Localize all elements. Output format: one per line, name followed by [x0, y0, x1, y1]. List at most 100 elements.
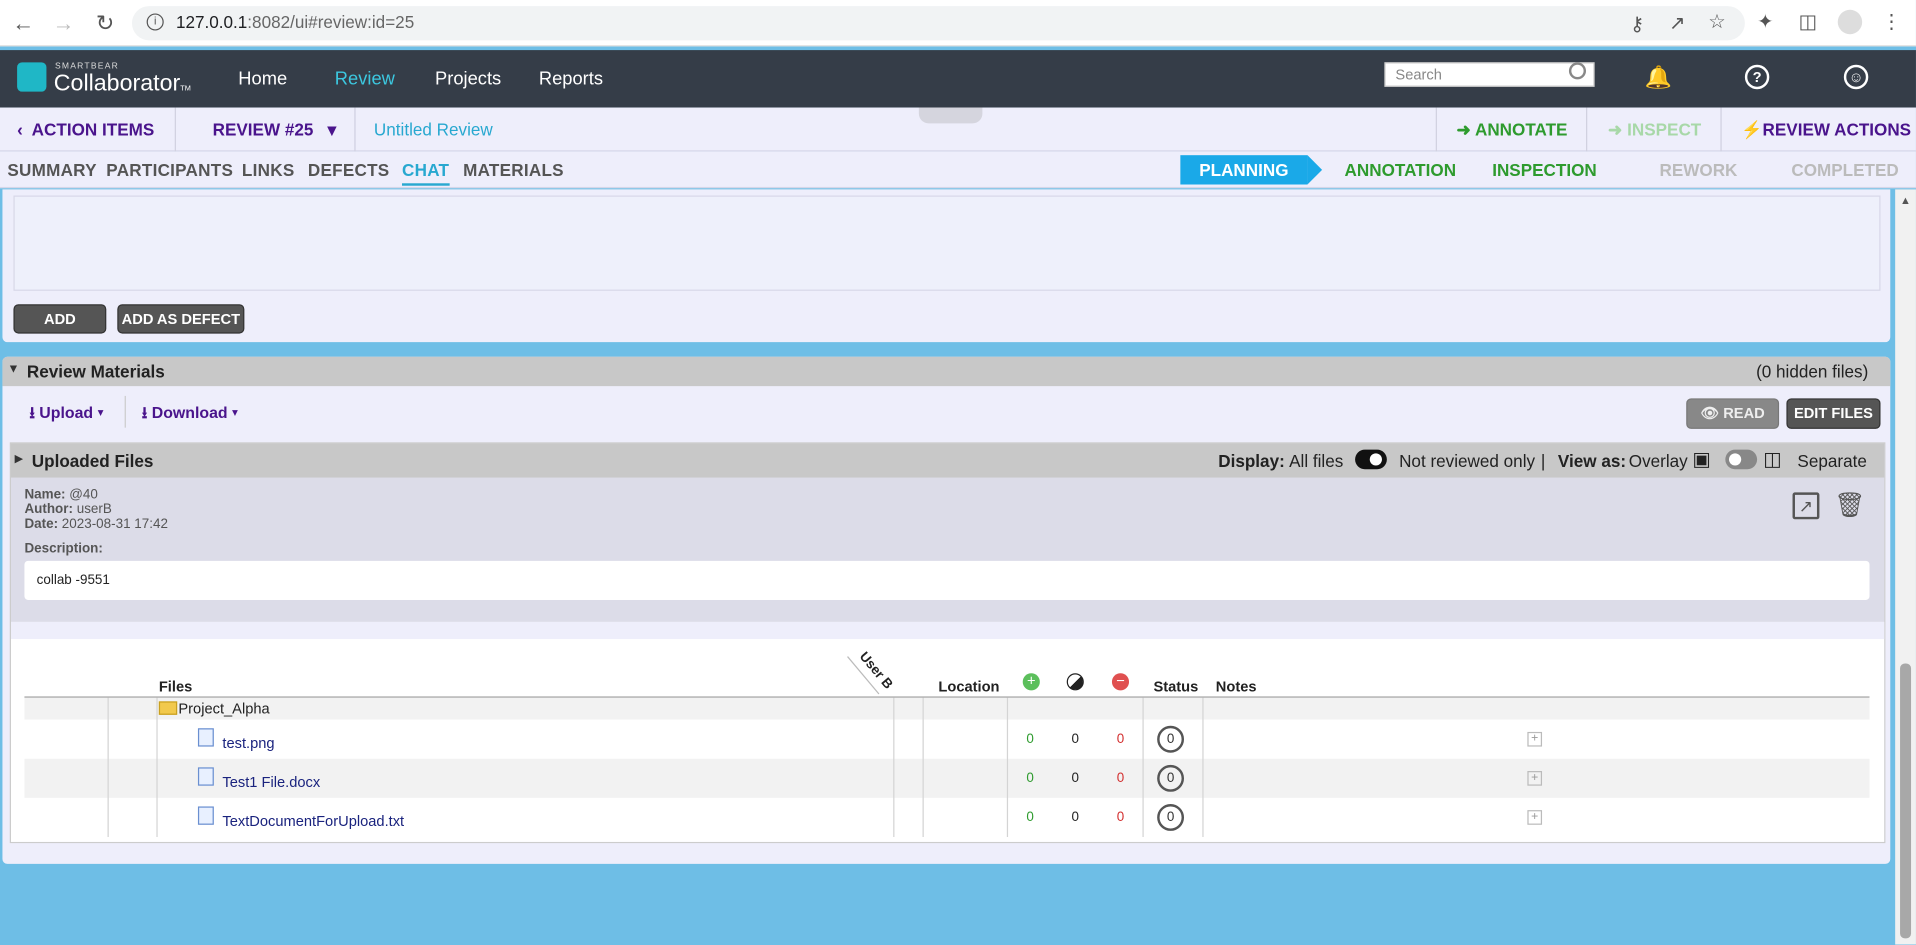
- page-scrollbar[interactable]: ▲: [1895, 189, 1916, 945]
- add-button[interactable]: ADD: [13, 304, 107, 334]
- phase-annotation: ANNOTATION: [1344, 160, 1457, 180]
- uploaded-files-section: ▶ Uploaded Files Display: All files Not …: [9, 442, 1886, 844]
- user-icon[interactable]: ☺: [1843, 64, 1869, 90]
- reviewed-filter-toggle[interactable]: [1355, 449, 1387, 470]
- share-icon[interactable]: ↗: [1669, 11, 1685, 35]
- menu-icon[interactable]: ⋮: [1882, 10, 1902, 34]
- nav-reports[interactable]: Reports: [539, 68, 603, 89]
- table-row[interactable]: TextDocumentForUpload.txt 0 0 0 0 +: [24, 797, 1870, 838]
- review-materials-header[interactable]: ▼ Review Materials (0 hidden files): [2, 356, 1891, 387]
- bell-icon[interactable]: 🔔: [1645, 65, 1672, 89]
- collapse-handle[interactable]: [918, 107, 983, 124]
- all-files-option[interactable]: All files: [1289, 451, 1343, 471]
- app-header: SMARTBEAR CollaboratorTM Home Review Pro…: [0, 50, 1916, 108]
- view-mode-toggle[interactable]: [1725, 449, 1758, 470]
- reload-icon[interactable]: ↻: [93, 11, 117, 37]
- forward-icon[interactable]: →: [51, 11, 75, 37]
- nav-projects[interactable]: Projects: [435, 68, 501, 89]
- tab-links[interactable]: LINKS: [242, 160, 295, 180]
- tab-chat[interactable]: CHAT: [402, 160, 450, 186]
- not-reviewed-option[interactable]: Not reviewed only: [1399, 451, 1535, 471]
- phase-rework: REWORK: [1659, 160, 1738, 180]
- grid-line: [922, 697, 924, 838]
- inspect-button[interactable]: ➜ INSPECT: [1608, 120, 1701, 141]
- overlay-icon[interactable]: ▣: [1692, 447, 1710, 471]
- table-row[interactable]: test.png 0 0 0 0 +: [24, 719, 1870, 759]
- file-link[interactable]: TextDocumentForUpload.txt: [222, 813, 404, 830]
- status-indicator[interactable]: 0: [1157, 804, 1185, 831]
- separate-icon[interactable]: ◫: [1763, 447, 1781, 471]
- col-user-b: User B: [856, 649, 896, 693]
- app-root: ← → ↻ i 127.0.0.1:8082/ui#review:id=25 ⚷…: [0, 0, 1916, 945]
- search-input[interactable]: Search: [1384, 62, 1595, 87]
- upload-dropdown[interactable]: ⭳ Upload ▾: [29, 402, 103, 429]
- address-text[interactable]: 127.0.0.1:8082/ui#review:id=25: [176, 12, 414, 32]
- table-spacer: [10, 621, 1885, 640]
- tab-bar: SUMMARY PARTICIPANTS LINKS DEFECTS CHAT …: [0, 151, 1916, 189]
- add-note-icon[interactable]: +: [1527, 731, 1543, 747]
- col-files: Files: [158, 678, 193, 696]
- side-panel-icon[interactable]: ◫: [1799, 10, 1817, 34]
- brand-small: SMARTBEAR: [54, 62, 120, 71]
- back-icon[interactable]: ←: [11, 11, 35, 37]
- grid-line: [156, 697, 158, 838]
- scroll-up-icon[interactable]: ▲: [1900, 194, 1911, 206]
- review-id-dropdown[interactable]: REVIEW #25 ▾: [213, 120, 337, 141]
- download-dropdown[interactable]: ⭳ Download ▾: [142, 402, 238, 429]
- nav-home[interactable]: Home: [238, 68, 287, 89]
- table-row[interactable]: Test1 File.docx 0 0 0 0 +: [24, 758, 1870, 798]
- tab-participants[interactable]: PARTICIPANTS: [106, 160, 233, 180]
- profile-icon[interactable]: [1837, 9, 1863, 35]
- address-bar[interactable]: i 127.0.0.1:8082/ui#review:id=25 ⚷ ↗ ☆: [131, 6, 1745, 41]
- grid-line: [107, 697, 109, 838]
- document-icon: [197, 806, 214, 825]
- add-as-defect-button[interactable]: ADD AS DEFECT: [117, 304, 245, 334]
- overlay-option[interactable]: Overlay: [1629, 451, 1688, 471]
- folder-row[interactable]: Project_Alpha: [24, 697, 1870, 720]
- divider: [174, 107, 176, 152]
- modified-count: 0: [1071, 731, 1080, 747]
- add-note-icon[interactable]: +: [1527, 810, 1543, 825]
- separate-option[interactable]: Separate: [1797, 451, 1866, 471]
- expand-triangle-icon[interactable]: ▶: [15, 452, 23, 465]
- added-count: 0: [1026, 731, 1034, 747]
- logo-icon: [17, 62, 47, 92]
- review-actions-button[interactable]: ⚡REVIEW ACTIONS: [1741, 120, 1911, 141]
- site-info-icon[interactable]: i: [146, 13, 164, 31]
- display-label: Display:: [1218, 450, 1285, 471]
- key-icon[interactable]: ⚷: [1630, 12, 1644, 36]
- nav-review[interactable]: Review: [335, 68, 395, 89]
- review-title[interactable]: Untitled Review: [374, 120, 493, 140]
- collapse-triangle-icon[interactable]: ▼: [7, 363, 19, 376]
- added-icon: +: [1022, 673, 1040, 691]
- tab-defects[interactable]: DEFECTS: [308, 160, 390, 180]
- open-external-icon[interactable]: ↗: [1792, 492, 1820, 520]
- chat-panel: ADD ADD AS DEFECT: [2, 189, 1891, 343]
- tab-summary[interactable]: SUMMARY: [7, 160, 96, 180]
- scroll-thumb[interactable]: [1900, 663, 1912, 939]
- status-indicator[interactable]: 0: [1157, 725, 1185, 753]
- read-button[interactable]: 👁 READ: [1686, 398, 1780, 429]
- chat-message-input[interactable]: [13, 195, 1881, 291]
- star-icon[interactable]: ☆: [1708, 10, 1726, 34]
- browser-toolbar: ← → ↻ i 127.0.0.1:8082/ui#review:id=25 ⚷…: [0, 0, 1916, 47]
- extensions-icon[interactable]: ✦: [1757, 10, 1773, 34]
- modified-count: 0: [1071, 810, 1080, 825]
- folder-icon: [158, 701, 178, 715]
- divider: [1720, 107, 1722, 152]
- tab-materials[interactable]: MATERIALS: [463, 160, 564, 180]
- document-icon: [197, 728, 214, 747]
- add-note-icon[interactable]: +: [1527, 771, 1543, 786]
- edit-files-button[interactable]: EDIT FILES: [1786, 398, 1881, 429]
- help-icon[interactable]: ?: [1744, 64, 1770, 90]
- uploaded-files-header[interactable]: ▶ Uploaded Files Display: All files Not …: [10, 443, 1885, 478]
- removed-icon: −: [1111, 673, 1130, 691]
- trash-icon[interactable]: 🗑: [1834, 492, 1865, 519]
- annotate-button[interactable]: ➜ ANNOTATE: [1457, 120, 1568, 141]
- file-link[interactable]: Test1 File.docx: [222, 773, 320, 790]
- modified-icon: [1066, 673, 1084, 691]
- status-indicator[interactable]: 0: [1157, 764, 1185, 792]
- file-link[interactable]: test.png: [222, 734, 274, 751]
- action-items-link[interactable]: ‹ ACTION ITEMS: [17, 120, 154, 140]
- search-icon[interactable]: [1568, 62, 1587, 80]
